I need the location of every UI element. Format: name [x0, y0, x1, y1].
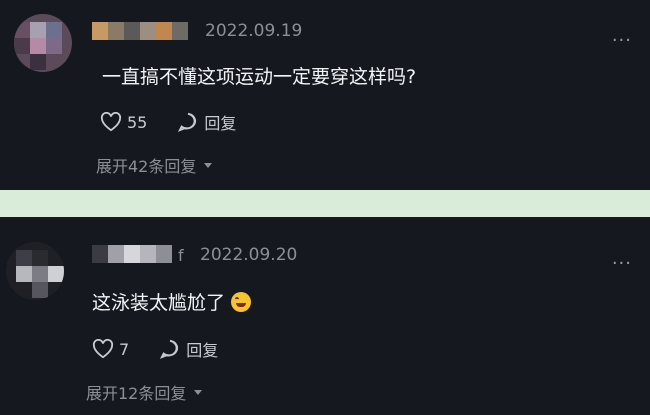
more-options-icon[interactable]: ··· [612, 253, 632, 274]
comment-date: 2022.09.20 [200, 245, 298, 265]
comment-actions: 55 回复 [100, 110, 266, 134]
username-suffix: f [178, 246, 184, 265]
like-button[interactable]: 7 [92, 339, 129, 359]
comment-text: 一直搞不懂这项运动一定要穿这样吗? [102, 66, 417, 88]
expand-replies-link[interactable]: 展开12条回复 [86, 380, 203, 404]
username-blurred[interactable] [92, 22, 188, 40]
speech-bubble-icon [160, 339, 179, 359]
comment-item: f 2022.09.20 ··· 这泳装太尴尬了 7 回复 展开12条回复 [0, 217, 650, 415]
speech-bubble-icon [178, 112, 197, 132]
like-button[interactable]: 55 [100, 112, 147, 132]
avatar[interactable] [6, 242, 64, 300]
like-count: 7 [119, 339, 130, 359]
reply-label: 回复 [204, 114, 237, 133]
more-options-icon[interactable]: ··· [612, 30, 632, 51]
comment-date: 2022.09.19 [205, 21, 303, 41]
comment-text: 这泳装太尴尬了 [92, 288, 252, 315]
reply-button[interactable]: 回复 [177, 110, 236, 134]
section-divider [0, 190, 650, 217]
comment-item: 2022.09.19 ··· 一直搞不懂这项运动一定要穿这样吗? 55 回复 展… [0, 0, 650, 190]
like-count: 55 [127, 112, 148, 132]
expand-replies-link[interactable]: 展开42条回复 [96, 153, 213, 177]
reply-label: 回复 [186, 341, 219, 360]
comment-actions: 7 回复 [92, 337, 248, 361]
username-blurred[interactable] [92, 245, 172, 263]
caret-down-icon [194, 389, 203, 395]
comment-text-content: 这泳装太尴尬了 [92, 292, 226, 314]
heart-icon [100, 112, 122, 132]
expand-replies-label: 展开12条回复 [86, 384, 187, 403]
heart-icon [92, 339, 114, 359]
laughing-emoji-icon [231, 292, 252, 312]
reply-button[interactable]: 回复 [159, 337, 218, 361]
expand-replies-label: 展开42条回复 [96, 157, 197, 176]
caret-down-icon [204, 162, 213, 168]
avatar[interactable] [14, 14, 72, 72]
